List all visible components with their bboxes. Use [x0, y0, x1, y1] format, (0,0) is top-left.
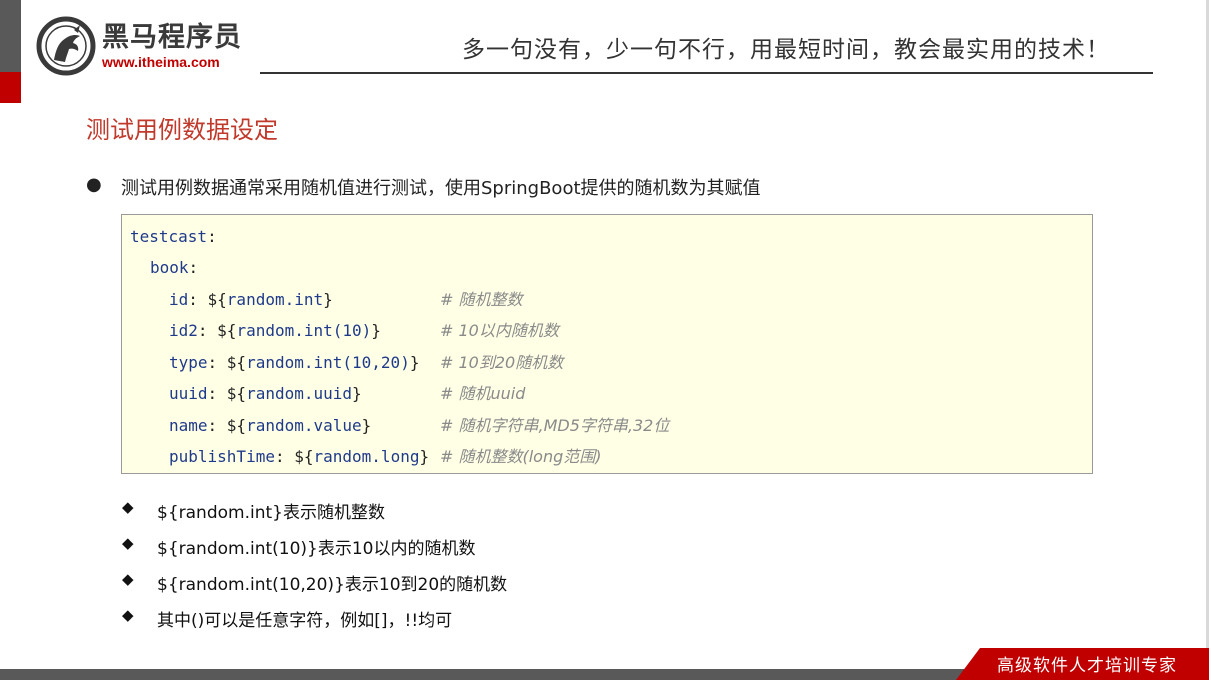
left-accent-dark — [0, 0, 21, 72]
diamond-bullet-icon: ◆ — [122, 534, 134, 552]
code-line: publishTime: ${random.long} — [169, 447, 430, 466]
brand-url: www.itheima.com — [102, 54, 220, 70]
code-line: type: ${random.int(10,20)} — [169, 353, 420, 372]
code-value: random.value — [246, 416, 362, 435]
note-item: ${random.int}表示随机整数 — [157, 503, 385, 523]
code-comment: # 10以内随机数 — [440, 321, 559, 340]
code-value: random.int(10) — [236, 321, 372, 340]
note-item: ${random.int(10)}表示10以内的随机数 — [157, 539, 476, 559]
code-line: id: ${random.int} — [169, 290, 333, 309]
code-key: uuid — [169, 384, 208, 403]
diamond-bullet-icon: ◆ — [122, 570, 134, 588]
code-value: random.int — [226, 290, 324, 309]
header-divider — [260, 72, 1153, 74]
code-line: uuid: ${random.uuid} — [169, 384, 362, 403]
diamond-bullet-icon: ◆ — [122, 606, 134, 624]
code-value: random.int(10,20) — [246, 353, 410, 372]
yaml-code-block: testcast: book: id: ${random.int} # 随机整数… — [121, 214, 1093, 474]
note-item: 其中()可以是任意字符，例如[]，!!均可 — [157, 611, 453, 631]
code-value: random.long — [313, 447, 420, 466]
code-key: testcast — [130, 227, 208, 246]
footer-tagline: 高级软件人才培训专家 — [997, 656, 1177, 676]
left-accent-red — [0, 72, 21, 103]
intro-text: 测试用例数据通常采用随机值进行测试，使用SpringBoot提供的随机数为其赋值 — [121, 178, 761, 199]
code-key: type — [169, 353, 208, 372]
code-comment: # 随机uuid — [440, 384, 526, 403]
code-comment: # 随机整数(long范围) — [440, 447, 602, 466]
code-line: id2: ${random.int(10)} — [169, 321, 381, 340]
code-value: random.uuid — [246, 384, 353, 403]
brand-name: 黑马程序员 — [102, 22, 242, 53]
code-key: id2 — [169, 321, 198, 340]
bullet-dot-icon: ● — [86, 174, 102, 195]
code-line: name: ${random.value} — [169, 416, 372, 435]
code-key: id — [169, 290, 189, 309]
code-key: book — [150, 258, 189, 277]
note-item: ${random.int(10,20)}表示10到20的随机数 — [157, 575, 508, 595]
code-line: book: — [150, 258, 199, 277]
header-slogan: 多一句没有，少一句不行，用最短时间，教会最实用的技术！ — [462, 37, 1110, 63]
code-key: name — [169, 416, 208, 435]
code-line: testcast: — [130, 227, 217, 246]
code-comment: # 随机字符串,MD5字符串,32位 — [440, 416, 670, 435]
horse-logo-icon — [36, 16, 96, 76]
code-comment: # 10到20随机数 — [440, 353, 564, 372]
slide-title: 测试用例数据设定 — [86, 116, 278, 144]
code-comment: # 随机整数 — [440, 290, 523, 309]
code-key: publishTime — [169, 447, 275, 466]
diamond-bullet-icon: ◆ — [122, 498, 134, 516]
brand-logo: 黑马程序员 www.itheima.com — [36, 16, 242, 76]
